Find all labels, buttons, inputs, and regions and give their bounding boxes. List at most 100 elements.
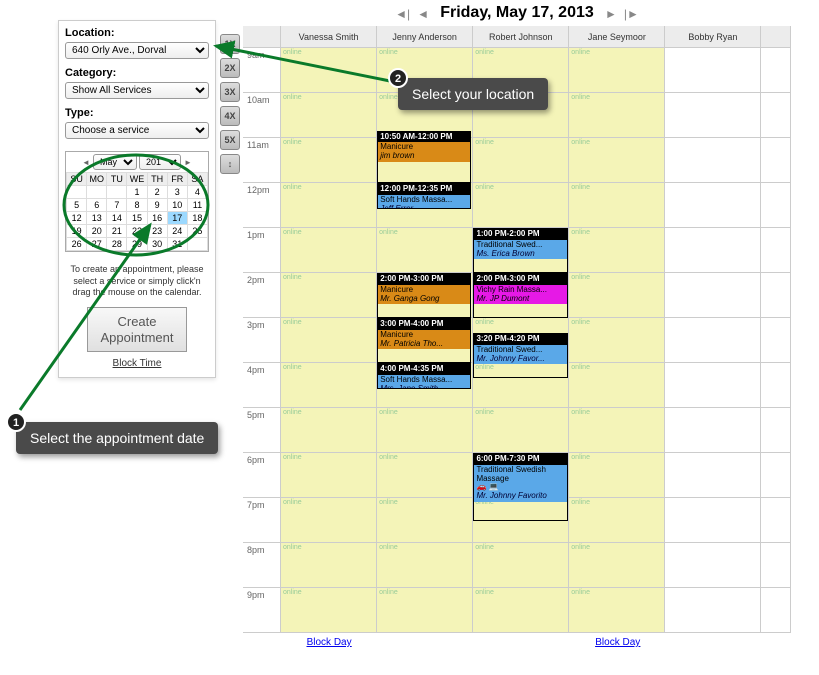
zoom-1x[interactable]: 1X bbox=[220, 34, 240, 54]
time-slot[interactable]: online bbox=[569, 453, 665, 498]
create-appointment-button[interactable]: CreateAppointment bbox=[87, 307, 187, 352]
appointment[interactable]: 10:50 AM-12:00 PMManicurejim brown bbox=[377, 131, 471, 184]
time-slot[interactable]: online bbox=[569, 363, 665, 408]
time-slot[interactable] bbox=[665, 138, 761, 183]
cal-day[interactable]: 10 bbox=[167, 199, 187, 212]
time-slot[interactable]: online bbox=[281, 588, 377, 633]
appointment[interactable]: 12:00 PM-12:35 PMSoft Hands Massa...Jeff… bbox=[377, 183, 471, 209]
time-slot[interactable]: online bbox=[569, 543, 665, 588]
cal-day[interactable]: 15 bbox=[127, 212, 147, 225]
block-day-link[interactable]: Block Day bbox=[595, 637, 640, 648]
time-slot[interactable]: online bbox=[473, 138, 569, 183]
cal-day[interactable]: 5 bbox=[67, 199, 87, 212]
time-slot[interactable]: online bbox=[281, 183, 377, 228]
location-select[interactable]: 640 Orly Ave., Dorval bbox=[65, 42, 209, 59]
appointment[interactable]: 4:00 PM-4:35 PMSoft Hands Massa...Mrs. J… bbox=[377, 363, 471, 389]
time-slot[interactable]: online bbox=[281, 408, 377, 453]
time-slot[interactable]: online bbox=[569, 273, 665, 318]
time-slot[interactable]: online bbox=[569, 588, 665, 633]
block-day-link[interactable]: Block Day bbox=[307, 637, 352, 648]
cal-day[interactable]: 6 bbox=[87, 199, 107, 212]
appointment[interactable]: 2:00 PM-3:00 PMVichy Rain Massa...Mr. JP… bbox=[473, 273, 567, 318]
cal-day[interactable]: 19 bbox=[67, 225, 87, 238]
appointment[interactable]: 2:00 PM-3:00 PMManicureMr. Ganga Gong bbox=[377, 273, 471, 318]
zoom-2x[interactable]: 2X bbox=[220, 58, 240, 78]
time-slot[interactable]: online bbox=[281, 48, 377, 93]
appointment[interactable]: 1:00 PM-2:00 PMTraditional Swed...Ms. Er… bbox=[473, 228, 567, 273]
time-slot[interactable]: online bbox=[281, 543, 377, 588]
cal-day[interactable]: 30 bbox=[147, 238, 167, 251]
time-slot[interactable]: online bbox=[569, 498, 665, 543]
mini-calendar[interactable]: ◄ May 201 ► SUMOTUWETHFRSA 1234567891011… bbox=[65, 151, 209, 252]
next-day-icon[interactable]: ► bbox=[605, 7, 617, 21]
category-select[interactable]: Show All Services bbox=[65, 82, 209, 99]
time-slot[interactable] bbox=[665, 318, 761, 363]
appointment[interactable]: 3:00 PM-4:00 PMManicureMr. Patricia Tho.… bbox=[377, 318, 471, 363]
cal-day[interactable]: 3 bbox=[167, 186, 187, 199]
cal-prev-icon[interactable]: ◄ bbox=[81, 158, 91, 167]
cal-day[interactable]: 28 bbox=[107, 238, 127, 251]
time-slot[interactable]: online bbox=[473, 543, 569, 588]
zoom-↕[interactable]: ↕ bbox=[220, 154, 240, 174]
zoom-4x[interactable]: 4X bbox=[220, 106, 240, 126]
cal-day[interactable]: 20 bbox=[87, 225, 107, 238]
time-slot[interactable] bbox=[665, 498, 761, 543]
cal-day[interactable] bbox=[67, 186, 87, 199]
time-slot[interactable]: online bbox=[377, 453, 473, 498]
cal-day[interactable]: 9 bbox=[147, 199, 167, 212]
time-slot[interactable]: online bbox=[473, 183, 569, 228]
type-select[interactable]: Choose a service bbox=[65, 122, 209, 139]
cal-next-icon[interactable]: ► bbox=[183, 158, 193, 167]
cal-day[interactable]: 29 bbox=[127, 238, 147, 251]
cal-day[interactable]: 18 bbox=[187, 212, 207, 225]
last-day-icon[interactable]: |► bbox=[624, 7, 639, 21]
time-slot[interactable]: online bbox=[377, 543, 473, 588]
cal-day[interactable]: 2 bbox=[147, 186, 167, 199]
cal-day[interactable] bbox=[187, 238, 207, 251]
first-day-icon[interactable]: ◄| bbox=[395, 7, 410, 21]
time-slot[interactable] bbox=[665, 93, 761, 138]
time-slot[interactable]: online bbox=[569, 408, 665, 453]
cal-day[interactable]: 14 bbox=[107, 212, 127, 225]
time-slot[interactable] bbox=[665, 183, 761, 228]
time-slot[interactable]: online bbox=[281, 318, 377, 363]
appointment[interactable]: 3:20 PM-4:20 PMTraditional Swed...Mr. Jo… bbox=[473, 333, 567, 378]
cal-day[interactable]: 21 bbox=[107, 225, 127, 238]
cal-day[interactable] bbox=[107, 186, 127, 199]
cal-day[interactable]: 16 bbox=[147, 212, 167, 225]
cal-day[interactable]: 4 bbox=[187, 186, 207, 199]
time-slot[interactable]: online bbox=[281, 138, 377, 183]
cal-day[interactable]: 7 bbox=[107, 199, 127, 212]
year-select[interactable]: 201 bbox=[139, 154, 181, 170]
prev-day-icon[interactable]: ◄ bbox=[417, 7, 429, 21]
zoom-5x[interactable]: 5X bbox=[220, 130, 240, 150]
time-slot[interactable]: online bbox=[281, 228, 377, 273]
block-time-link[interactable]: Block Time bbox=[65, 358, 209, 369]
cal-day[interactable]: 25 bbox=[187, 225, 207, 238]
time-slot[interactable]: online bbox=[377, 408, 473, 453]
time-slot[interactable] bbox=[665, 408, 761, 453]
cal-day[interactable] bbox=[87, 186, 107, 199]
time-slot[interactable] bbox=[665, 48, 761, 93]
cal-day[interactable]: 22 bbox=[127, 225, 147, 238]
time-slot[interactable]: online bbox=[281, 273, 377, 318]
time-slot[interactable]: online bbox=[377, 588, 473, 633]
time-slot[interactable]: online bbox=[281, 93, 377, 138]
time-slot[interactable]: online bbox=[377, 228, 473, 273]
cal-day[interactable]: 17 bbox=[167, 212, 187, 225]
time-slot[interactable]: online bbox=[473, 588, 569, 633]
time-slot[interactable] bbox=[665, 453, 761, 498]
time-slot[interactable] bbox=[665, 273, 761, 318]
time-slot[interactable] bbox=[665, 588, 761, 633]
zoom-3x[interactable]: 3X bbox=[220, 82, 240, 102]
time-slot[interactable] bbox=[665, 543, 761, 588]
cal-day[interactable]: 8 bbox=[127, 199, 147, 212]
cal-day[interactable]: 24 bbox=[167, 225, 187, 238]
time-slot[interactable]: online bbox=[569, 318, 665, 363]
mini-calendar-grid[interactable]: SUMOTUWETHFRSA 1234567891011121314151617… bbox=[66, 172, 208, 251]
cal-day[interactable]: 27 bbox=[87, 238, 107, 251]
month-select[interactable]: May bbox=[93, 154, 137, 170]
time-slot[interactable] bbox=[665, 228, 761, 273]
appointment[interactable]: 6:00 PM-7:30 PMTraditional Swedish Massa… bbox=[473, 453, 567, 521]
time-slot[interactable]: online bbox=[281, 363, 377, 408]
